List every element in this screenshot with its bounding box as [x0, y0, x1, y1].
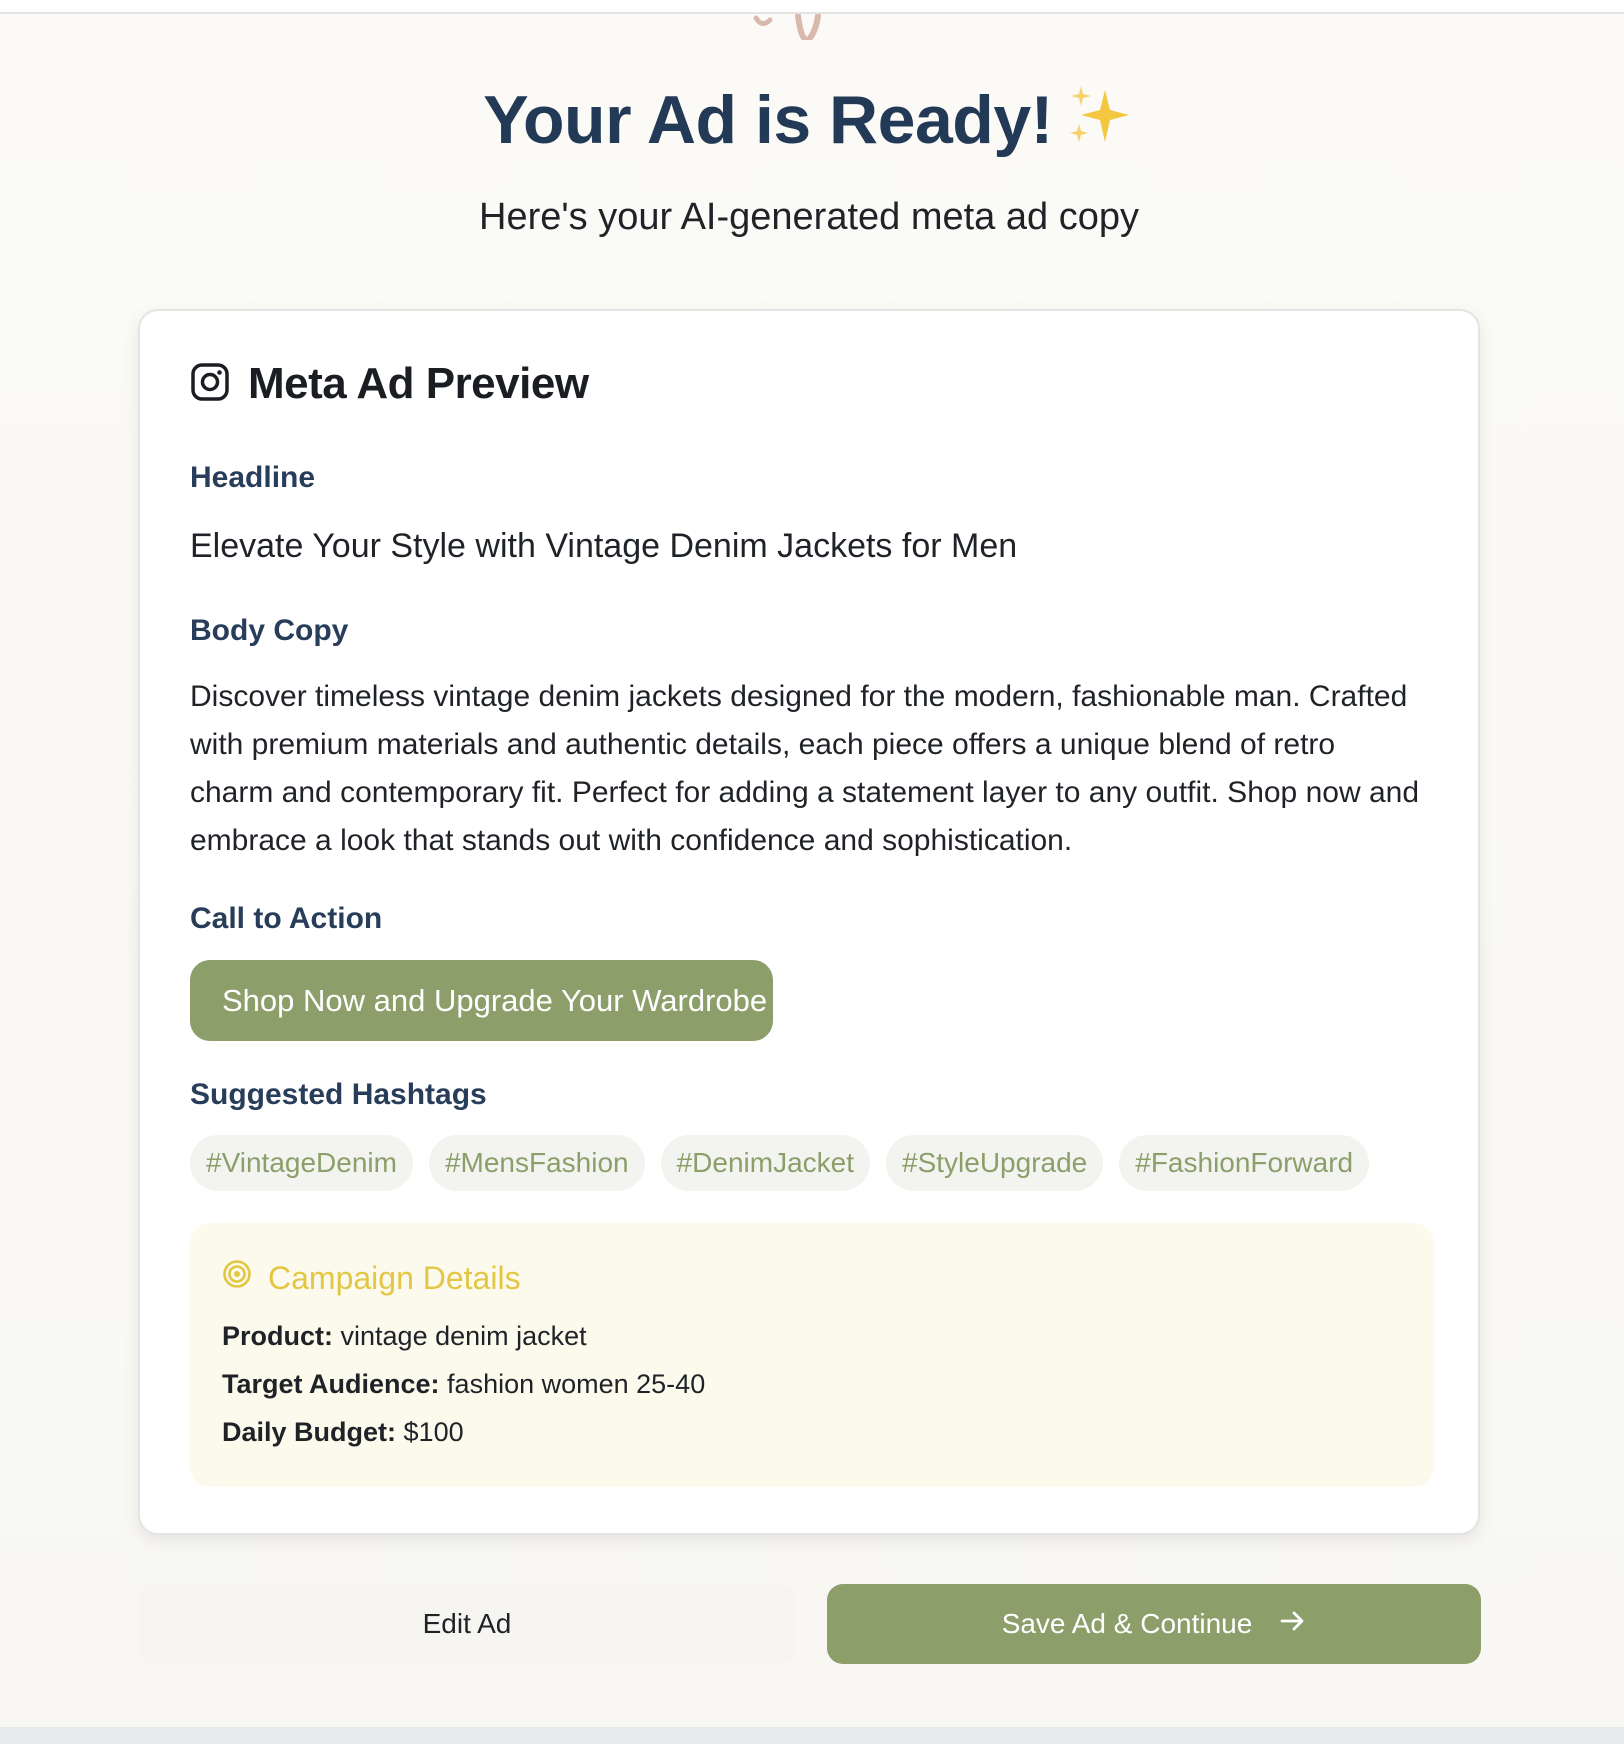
call-to-action-button[interactable]: Shop Now and Upgrade Your Wardrobe — [190, 960, 773, 1041]
arrow-right-icon — [1280, 1608, 1306, 1640]
body-line: Discover timeless vintage denim jackets … — [190, 680, 1408, 713]
body-copy-label: Body Copy — [190, 614, 349, 647]
audience-value: fashion women 25-40 — [447, 1369, 706, 1399]
hashtag-list: #VintageDenim #MensFashion #DenimJacket … — [190, 1135, 1370, 1191]
body-line: embrace a look that stands out with conf… — [190, 824, 1073, 857]
hashtag-chip[interactable]: #StyleUpgrade — [886, 1135, 1104, 1191]
instagram-icon — [190, 362, 230, 407]
bottom-border — [0, 1727, 1624, 1744]
sparkles-icon — [1065, 75, 1135, 175]
page-title: Your Ad is Ready! — [0, 70, 1618, 175]
card-header: Meta Ad Preview — [190, 356, 589, 412]
body-line: with premium materials and authentic det… — [190, 728, 1336, 761]
campaign-details-header: Campaign Details — [222, 1259, 521, 1297]
card-title: Meta Ad Preview — [248, 359, 589, 408]
hashtag-chip[interactable]: #DenimJacket — [660, 1135, 871, 1191]
top-border — [0, 0, 1624, 14]
audience-label: Target Audience: — [222, 1369, 440, 1399]
hashtag-chip[interactable]: #FashionForward — [1119, 1135, 1370, 1191]
decorative-illustration — [753, 14, 821, 40]
target-icon — [222, 1259, 252, 1297]
campaign-details-title: Campaign Details — [268, 1259, 521, 1296]
meta-ad-preview-card: Meta Ad Preview Headline Elevate Your St… — [138, 309, 1480, 1535]
product-label: Product: — [222, 1321, 333, 1351]
campaign-product-row: Product: vintage denim jacket — [222, 1321, 587, 1352]
campaign-budget-row: Daily Budget: $100 — [222, 1417, 464, 1448]
save-ad-continue-button[interactable]: Save Ad & Continue — [827, 1584, 1481, 1664]
budget-value: $100 — [403, 1417, 464, 1447]
campaign-details-panel: Campaign Details Product: vintage denim … — [190, 1223, 1434, 1487]
budget-label: Daily Budget: — [222, 1417, 397, 1447]
headline-label: Headline — [190, 461, 316, 494]
headline-text: Elevate Your Style with Vintage Denim Ja… — [190, 527, 1018, 565]
page-subtitle: Here's your AI-generated meta ad copy — [479, 196, 1139, 238]
body-line: charm and contemporary fit. Perfect for … — [190, 776, 1420, 809]
campaign-audience-row: Target Audience: fashion women 25-40 — [222, 1369, 705, 1400]
edit-ad-button[interactable]: Edit Ad — [138, 1584, 796, 1664]
product-value: vintage denim jacket — [340, 1321, 587, 1351]
body-copy-text: Discover timeless vintage denim jackets … — [190, 673, 1440, 865]
call-to-action-label: Call to Action — [190, 902, 383, 935]
hashtag-chip[interactable]: #MensFashion — [428, 1135, 645, 1191]
hashtag-chip[interactable]: #VintageDenim — [190, 1135, 413, 1191]
page-title-text: Your Ad is Ready! — [483, 82, 1053, 158]
save-ad-continue-label: Save Ad & Continue — [1001, 1608, 1253, 1639]
hashtags-label: Suggested Hashtags — [190, 1078, 487, 1111]
